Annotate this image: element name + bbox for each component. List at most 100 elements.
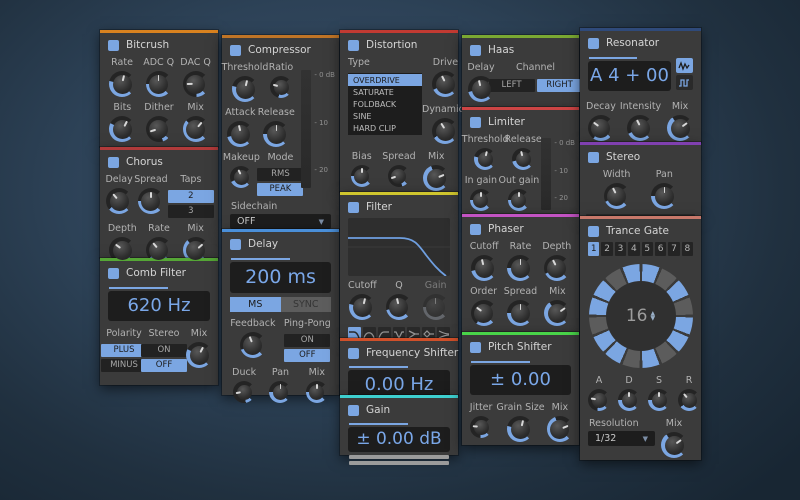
- decay-knob[interactable]: [588, 115, 614, 141]
- makeup-knob[interactable]: [230, 166, 252, 188]
- pattern-8-button[interactable]: 8: [682, 242, 693, 256]
- delay-knob[interactable]: [468, 76, 494, 102]
- pitch-enable-checkbox[interactable]: [470, 342, 481, 353]
- ratio-knob[interactable]: [270, 76, 292, 98]
- depth-knob[interactable]: [544, 255, 570, 281]
- decay-knob[interactable]: [618, 389, 640, 411]
- step-count-down-icon[interactable]: ▼: [651, 316, 656, 321]
- rate-knob[interactable]: [109, 71, 135, 97]
- spread-knob[interactable]: [138, 188, 164, 214]
- pattern-3-button[interactable]: 3: [615, 242, 626, 256]
- filter-response-graph[interactable]: [348, 218, 450, 276]
- release-knob[interactable]: [512, 148, 534, 170]
- distortion-enable-checkbox[interactable]: [348, 40, 359, 51]
- type-option-saturate[interactable]: SATURATE: [348, 86, 422, 98]
- filter-enable-checkbox[interactable]: [348, 202, 359, 213]
- phaser-enable-checkbox[interactable]: [470, 224, 481, 235]
- mix-knob[interactable]: [547, 416, 573, 442]
- mix-knob[interactable]: [423, 165, 449, 191]
- type-option-foldback[interactable]: FOLDBACK: [348, 98, 422, 110]
- freq-shifter-enable-checkbox[interactable]: [348, 348, 359, 359]
- pattern-2-button[interactable]: 2: [601, 242, 612, 256]
- mix-knob[interactable]: [306, 381, 328, 403]
- stereo-enable-checkbox[interactable]: [588, 152, 599, 163]
- type-option-sine[interactable]: SINE: [348, 110, 422, 122]
- release-knob[interactable]: [678, 389, 700, 411]
- mix-knob[interactable]: [661, 432, 687, 458]
- delay-knob[interactable]: [106, 188, 132, 214]
- cutoff-knob[interactable]: [349, 294, 375, 320]
- bits-knob[interactable]: [109, 116, 135, 142]
- pattern-1-button[interactable]: 1: [588, 242, 599, 256]
- channel-right-toggle[interactable]: RIGHT: [537, 79, 583, 92]
- pitch-display[interactable]: ± 0.00: [470, 365, 571, 395]
- taps-2-toggle[interactable]: 2: [168, 190, 214, 203]
- bias-knob[interactable]: [351, 165, 373, 187]
- pingpong-on-toggle[interactable]: ON: [284, 334, 330, 347]
- width-knob[interactable]: [604, 183, 630, 209]
- duck-knob[interactable]: [233, 381, 255, 403]
- spread-knob[interactable]: [507, 300, 533, 326]
- comb-frequency-display[interactable]: 620 Hz: [108, 291, 210, 321]
- tab-ms[interactable]: MS: [230, 297, 281, 312]
- gain-knob[interactable]: [423, 294, 449, 320]
- dac-q-knob[interactable]: [183, 71, 209, 97]
- attack-knob[interactable]: [588, 389, 610, 411]
- grain-size-knob[interactable]: [507, 416, 533, 442]
- pattern-6-button[interactable]: 6: [655, 242, 666, 256]
- stereo-on-toggle[interactable]: ON: [141, 344, 187, 357]
- threshold-knob[interactable]: [474, 148, 496, 170]
- threshold-knob[interactable]: [232, 76, 258, 102]
- attack-knob[interactable]: [227, 121, 253, 147]
- tab-sync[interactable]: SYNC: [281, 297, 332, 312]
- bitcrush-enable-checkbox[interactable]: [108, 40, 119, 51]
- release-knob[interactable]: [263, 121, 289, 147]
- compressor-enable-checkbox[interactable]: [230, 45, 241, 56]
- cutoff-knob[interactable]: [471, 255, 497, 281]
- mode-rms-toggle[interactable]: RMS: [257, 168, 303, 181]
- square-wave-icon[interactable]: [676, 75, 693, 90]
- type-option-hardclip[interactable]: HARD CLIP: [348, 122, 422, 134]
- mode-peak-toggle[interactable]: PEAK: [257, 183, 303, 196]
- haas-enable-checkbox[interactable]: [470, 45, 481, 56]
- resonator-note-display[interactable]: A 4 + 00: [588, 61, 671, 91]
- dither-knob[interactable]: [146, 116, 172, 142]
- pattern-7-button[interactable]: 7: [668, 242, 679, 256]
- pingpong-off-toggle[interactable]: OFF: [284, 349, 330, 362]
- order-knob[interactable]: [471, 300, 497, 326]
- channel-left-toggle[interactable]: LEFT: [489, 79, 535, 92]
- stereo-off-toggle[interactable]: OFF: [141, 359, 187, 372]
- intensity-knob[interactable]: [627, 115, 653, 141]
- pan-knob[interactable]: [269, 381, 291, 403]
- dynamics-knob[interactable]: [432, 118, 458, 144]
- mix-knob[interactable]: [186, 342, 212, 368]
- noise-wave-icon[interactable]: [676, 58, 693, 73]
- comb-enable-checkbox[interactable]: [108, 268, 119, 279]
- sidechain-dropdown[interactable]: OFF ▼: [230, 214, 331, 229]
- pan-knob[interactable]: [651, 183, 677, 209]
- step-count-value[interactable]: 16: [626, 306, 648, 326]
- limiter-enable-checkbox[interactable]: [470, 117, 481, 128]
- chorus-enable-checkbox[interactable]: [108, 157, 119, 168]
- adc-q-knob[interactable]: [146, 71, 172, 97]
- jitter-knob[interactable]: [470, 416, 492, 438]
- delay-enable-checkbox[interactable]: [230, 239, 241, 250]
- gain-display[interactable]: ± 0.00 dB: [348, 427, 450, 452]
- gate-step-ring[interactable]: 16 ▲ ▼: [589, 264, 693, 368]
- resolution-dropdown[interactable]: 1/32 ▼: [588, 431, 655, 446]
- pattern-4-button[interactable]: 4: [628, 242, 639, 256]
- delay-time-display[interactable]: 200 ms: [230, 262, 331, 293]
- mix-knob[interactable]: [667, 115, 693, 141]
- resonator-enable-checkbox[interactable]: [588, 38, 599, 49]
- trance-gate-enable-checkbox[interactable]: [588, 226, 599, 237]
- in-gain-knob[interactable]: [470, 189, 492, 211]
- mix-knob[interactable]: [183, 116, 209, 142]
- spread-knob[interactable]: [388, 165, 410, 187]
- feedback-knob[interactable]: [240, 332, 266, 358]
- drive-knob[interactable]: [432, 71, 458, 97]
- pattern-5-button[interactable]: 5: [642, 242, 653, 256]
- q-knob[interactable]: [386, 294, 412, 320]
- out-gain-knob[interactable]: [508, 189, 530, 211]
- sustain-knob[interactable]: [648, 389, 670, 411]
- gain-enable-checkbox[interactable]: [348, 405, 359, 416]
